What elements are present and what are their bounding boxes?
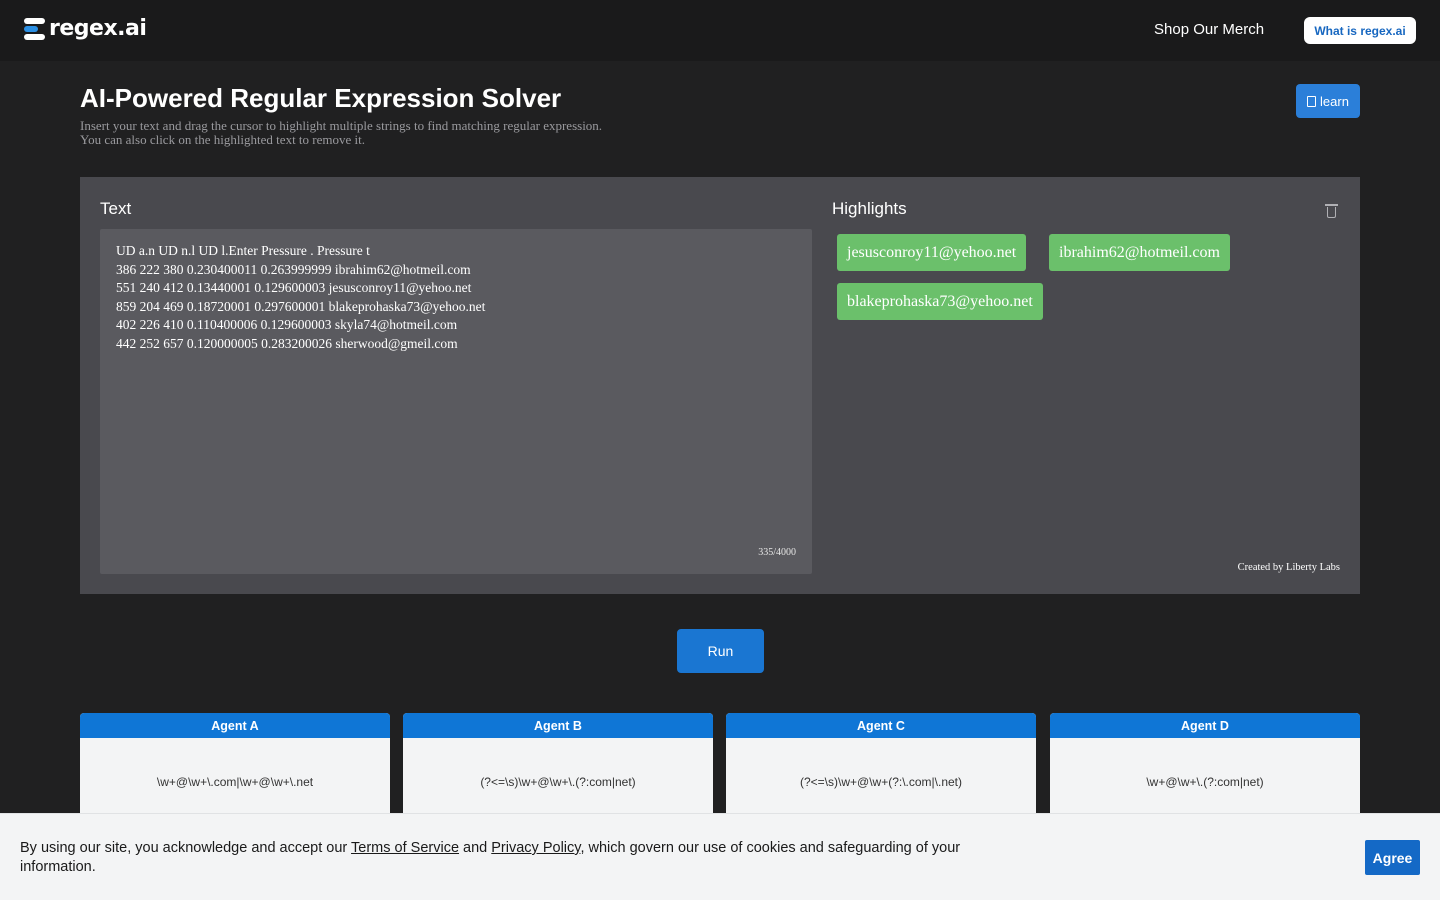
run-button[interactable]: Run (677, 629, 764, 673)
credit-text: Created by Liberty Labs (1237, 562, 1340, 573)
agent-regex[interactable]: (?<=\s)\w+@\w+(?:\.com|\.net) (726, 775, 1036, 789)
text-line[interactable]: 551 240 412 0.13440001 0.129600003 jesus… (116, 279, 796, 298)
agent-regex[interactable]: \w+@\w+\.(?:com|net) (1050, 775, 1360, 789)
text-line[interactable]: 386 222 380 0.230400011 0.263999999 ibra… (116, 261, 796, 280)
shop-merch-link[interactable]: Shop Our Merch (1154, 21, 1264, 38)
page-subtitle: Insert your text and drag the cursor to … (80, 119, 720, 147)
text-input-area[interactable]: UD a.n UD n.l UD l.Enter Pressure . Pres… (100, 229, 812, 574)
subtitle-line-1: Insert your text and drag the cursor to … (80, 118, 603, 133)
agent-name: Agent D (1050, 713, 1360, 738)
learn-button-label: learn (1320, 93, 1349, 109)
text-line[interactable]: 402 226 410 0.110400006 0.129600003 skyl… (116, 316, 796, 335)
highlight-chip[interactable]: ibrahim62@hotmeil.com (1049, 234, 1230, 271)
top-navbar: regex.ai Shop Our Merch What is regex.ai (0, 0, 1440, 61)
text-line[interactable]: 859 204 469 0.18720001 0.297600001 blake… (116, 298, 796, 317)
agent-name: Agent A (80, 713, 390, 738)
brand-logo[interactable]: regex.ai (24, 16, 147, 41)
cookie-text-segment: By using our site, you acknowledge and a… (20, 840, 352, 856)
what-is-regex-button[interactable]: What is regex.ai (1304, 17, 1416, 44)
subtitle-line-2: You can also click on the highlighted te… (80, 132, 365, 147)
page-title: AI-Powered Regular Expression Solver (80, 83, 562, 113)
agent-regex[interactable]: \w+@\w+\.com|\w+@\w+\.net (80, 775, 390, 789)
terms-of-service-link[interactable]: Terms of Service (351, 840, 459, 856)
agent-name: Agent C (726, 713, 1036, 738)
agent-card: Agent B (?<=\s)\w+@\w+\.(?:com|net) (403, 713, 713, 823)
character-counter: 335/4000 (758, 547, 796, 558)
privacy-policy-link[interactable]: Privacy Policy (491, 840, 580, 856)
agent-name: Agent B (403, 713, 713, 738)
agent-regex[interactable]: (?<=\s)\w+@\w+\.(?:com|net) (403, 775, 713, 789)
agent-card: Agent C (?<=\s)\w+@\w+(?:\.com|\.net) (726, 713, 1036, 823)
book-icon (1307, 95, 1317, 107)
brand-name: regex.ai (49, 16, 147, 41)
highlight-chip[interactable]: blakeprohaska73@yehoo.net (837, 283, 1043, 320)
highlights-label: Highlights (832, 199, 907, 218)
logo-icon (24, 17, 45, 40)
agent-card: Agent A \w+@\w+\.com|\w+@\w+\.net (80, 713, 390, 823)
agent-card: Agent D \w+@\w+\.(?:com|net) (1050, 713, 1360, 823)
trash-icon[interactable] (1325, 204, 1338, 218)
highlight-chip[interactable]: jesusconroy11@yehoo.net (837, 234, 1027, 271)
text-line[interactable]: 442 252 657 0.120000005 0.283200026 sher… (116, 335, 796, 354)
editor-panel: Text UD a.n UD n.l UD l.Enter Pressure .… (80, 177, 1360, 594)
text-line[interactable]: UD a.n UD n.l UD l.Enter Pressure . Pres… (116, 242, 796, 261)
cookie-message: By using our site, you acknowledge and a… (20, 839, 1000, 877)
cookie-text-segment: and (459, 840, 492, 856)
agree-button[interactable]: Agree (1365, 840, 1420, 875)
text-label: Text (100, 199, 132, 218)
cookie-banner: By using our site, you acknowledge and a… (0, 813, 1440, 900)
learn-button[interactable]: learn (1296, 84, 1360, 118)
